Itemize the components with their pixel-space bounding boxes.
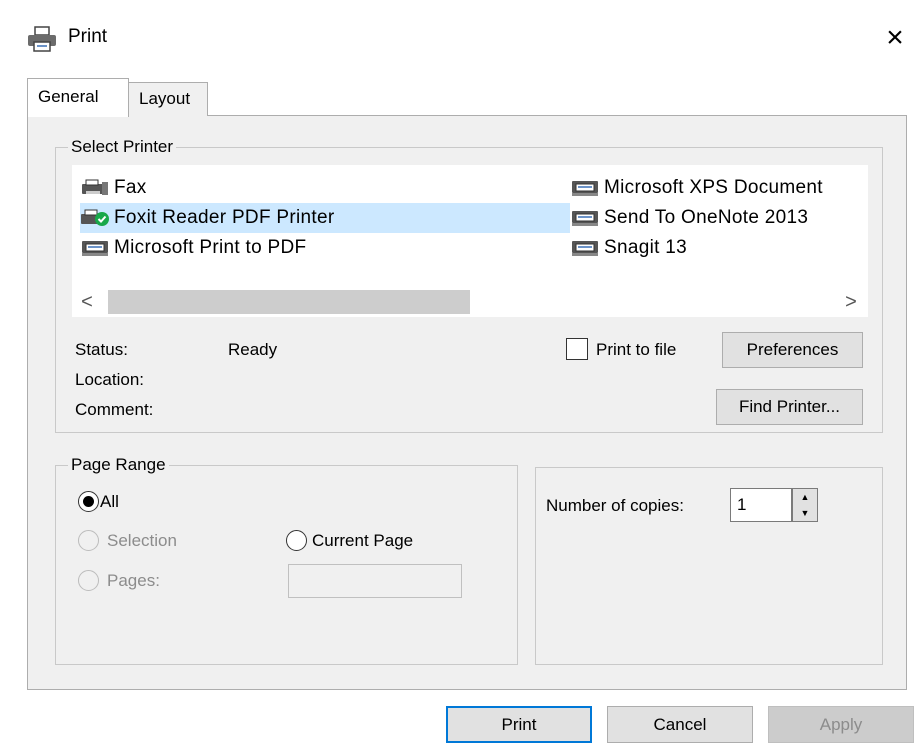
cancel-button-label: Cancel bbox=[653, 714, 707, 734]
scroll-thumb[interactable] bbox=[108, 290, 470, 314]
preferences-button[interactable]: Preferences bbox=[722, 332, 863, 368]
printer-item-label: Microsoft Print to PDF bbox=[114, 237, 307, 258]
printer-item-snagit-13[interactable]: Snagit 13 bbox=[570, 233, 687, 263]
status-label: Status: bbox=[75, 340, 128, 359]
pages-input[interactable] bbox=[288, 564, 462, 598]
tab-layout-label: Layout bbox=[139, 89, 191, 108]
printer-icon bbox=[28, 26, 56, 52]
printer-icon bbox=[80, 238, 110, 258]
number-of-copies-input[interactable]: 1 bbox=[730, 488, 792, 522]
printer-item-label: Snagit 13 bbox=[604, 237, 687, 258]
spin-up-icon[interactable]: ▲ bbox=[793, 489, 817, 505]
apply-button[interactable]: Apply bbox=[768, 706, 914, 743]
printer-icon bbox=[570, 208, 600, 228]
selection-label[interactable]: Selection bbox=[107, 531, 177, 551]
scroll-left-button[interactable]: < bbox=[72, 290, 102, 314]
find-printer-button[interactable]: Find Printer... bbox=[716, 389, 863, 425]
printer-item-label: Fax bbox=[114, 177, 147, 198]
printer-item-label: Microsoft XPS Document bbox=[604, 177, 823, 198]
printer-icon bbox=[570, 178, 600, 198]
radio-dot bbox=[83, 496, 94, 507]
current-page-label[interactable]: Current Page bbox=[312, 531, 413, 551]
printer-item-microsoft-xps-document[interactable]: Microsoft XPS Document bbox=[570, 173, 823, 203]
spin-down-icon[interactable]: ▼ bbox=[793, 505, 817, 521]
status-value: Ready bbox=[228, 340, 278, 359]
find-printer-button-label: Find Printer... bbox=[738, 397, 841, 416]
scroll-right-button[interactable]: > bbox=[836, 290, 866, 314]
select-printer-legend: Select Printer bbox=[71, 137, 174, 156]
pages-label[interactable]: Pages: bbox=[107, 571, 160, 591]
location-label: Location: bbox=[75, 370, 144, 389]
fax-icon bbox=[80, 178, 110, 198]
title-bar bbox=[0, 0, 917, 78]
printer-item-send-to-onenote-2013[interactable]: Send To OneNote 2013 bbox=[570, 203, 808, 233]
print-button-label: Print bbox=[501, 714, 537, 734]
cancel-button[interactable]: Cancel bbox=[607, 706, 753, 743]
default-printer-icon bbox=[80, 208, 110, 228]
current-page-radio[interactable] bbox=[286, 530, 307, 551]
chevron-left-icon: < bbox=[81, 290, 93, 313]
preferences-button-label: Preferences bbox=[746, 340, 839, 359]
all-radio[interactable] bbox=[78, 491, 99, 512]
pages-radio[interactable] bbox=[78, 570, 99, 591]
printer-item-fax[interactable]: Fax bbox=[80, 173, 147, 203]
close-icon: × bbox=[886, 21, 904, 54]
print-button[interactable]: Print bbox=[446, 706, 592, 743]
printer-item-foxit-reader-pdf-printer[interactable]: Foxit Reader PDF Printer bbox=[80, 203, 570, 233]
tab-layout[interactable]: Layout bbox=[128, 82, 208, 116]
printer-item-label: Foxit Reader PDF Printer bbox=[114, 207, 335, 228]
number-of-copies-label: Number of copies: bbox=[546, 496, 684, 515]
printer-icon bbox=[570, 238, 600, 258]
print-to-file-label[interactable]: Print to file bbox=[596, 340, 676, 360]
tab-general-label: General bbox=[38, 87, 99, 106]
printer-item-label: Send To OneNote 2013 bbox=[604, 207, 809, 228]
all-label[interactable]: All bbox=[100, 492, 119, 512]
printer-item-microsoft-print-to-pdf[interactable]: Microsoft Print to PDF bbox=[80, 233, 306, 263]
tab-general[interactable]: General bbox=[27, 78, 129, 117]
page-range-legend: Page Range bbox=[71, 455, 166, 474]
selection-radio[interactable] bbox=[78, 530, 99, 551]
apply-button-label: Apply bbox=[819, 714, 863, 734]
comment-label: Comment: bbox=[75, 400, 154, 419]
print-to-file-checkbox[interactable] bbox=[566, 338, 588, 360]
window-title: Print bbox=[68, 26, 108, 47]
close-button[interactable]: × bbox=[878, 16, 912, 60]
copies-spinner[interactable]: ▲ ▼ bbox=[792, 488, 818, 522]
chevron-right-icon: > bbox=[845, 290, 857, 313]
page-range-group: Page Range bbox=[55, 455, 518, 665]
